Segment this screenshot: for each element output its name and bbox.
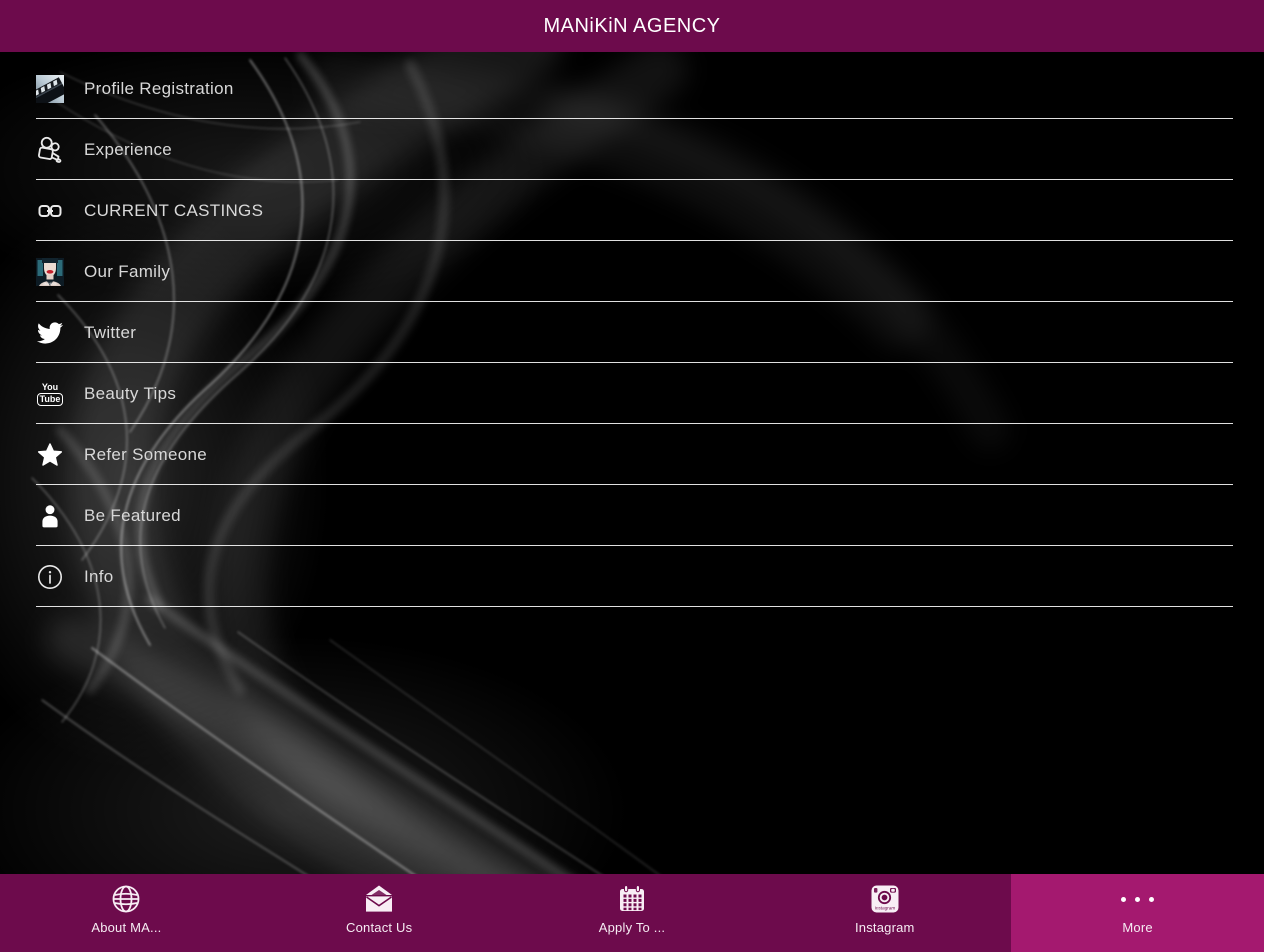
- tab-contact-us[interactable]: Contact Us: [253, 874, 506, 952]
- globe-icon: [110, 883, 142, 915]
- manikin-portrait-icon: MANiKiN: [36, 258, 64, 286]
- menu-item-experience[interactable]: Experience: [0, 119, 1264, 180]
- page-title: MANiKiN AGENCY: [543, 15, 720, 38]
- menu-item-label: Beauty Tips: [84, 384, 176, 404]
- menu-list: Profile Registration Experience: [0, 52, 1264, 607]
- envelope-icon: [362, 883, 396, 915]
- menu-item-label: Our Family: [84, 262, 170, 282]
- person-icon: [36, 502, 64, 530]
- menu-item-label: Refer Someone: [84, 445, 207, 465]
- clapperboard-photo-icon: [36, 75, 64, 103]
- youtube-you-text: You: [42, 382, 58, 392]
- youtube-tube-text: Tube: [37, 393, 64, 406]
- tab-label: Apply To ...: [599, 920, 665, 935]
- menu-item-refer-someone[interactable]: Refer Someone: [0, 424, 1264, 485]
- instagram-icon: Instagram: [869, 883, 901, 915]
- instagram-script-text: Instagram: [875, 906, 896, 911]
- menu-item-label: Experience: [84, 140, 172, 160]
- star-icon: [36, 441, 64, 469]
- manikin-caption: MANiKiN: [44, 282, 58, 286]
- calendar-icon: [617, 883, 647, 915]
- tab-about[interactable]: About MA...: [0, 874, 253, 952]
- menu-item-current-castings[interactable]: CURRENT CASTINGS: [0, 180, 1264, 241]
- twitter-bird-icon: [36, 319, 64, 347]
- menu-item-label: Twitter: [84, 323, 136, 343]
- ellipsis-icon: [1121, 883, 1154, 915]
- chain-link-icon: [36, 197, 64, 225]
- tab-instagram[interactable]: Instagram Instagram: [758, 874, 1011, 952]
- menu-item-profile-registration[interactable]: Profile Registration: [0, 58, 1264, 119]
- youtube-icon: You Tube: [36, 380, 64, 408]
- menu-item-be-featured[interactable]: Be Featured: [0, 485, 1264, 546]
- menu-item-label: CURRENT CASTINGS: [84, 201, 263, 221]
- bottom-tab-bar: About MA... Contact Us: [0, 874, 1264, 952]
- menu-item-label: Info: [84, 567, 114, 587]
- info-circle-icon: [36, 563, 64, 591]
- app-header: MANiKiN AGENCY: [0, 0, 1264, 52]
- tab-label: Contact Us: [346, 920, 412, 935]
- menu-item-label: Profile Registration: [84, 79, 234, 99]
- menu-item-twitter[interactable]: Twitter: [0, 302, 1264, 363]
- tab-label: Instagram: [855, 920, 915, 935]
- menu-item-label: Be Featured: [84, 506, 181, 526]
- tab-label: About MA...: [91, 920, 161, 935]
- menu-item-info[interactable]: Info: [0, 546, 1264, 607]
- tab-more[interactable]: More: [1011, 874, 1264, 952]
- movie-camera-icon: [36, 136, 64, 164]
- tab-label: More: [1122, 920, 1152, 935]
- tab-apply-to[interactable]: Apply To ...: [506, 874, 759, 952]
- menu-item-beauty-tips[interactable]: You Tube Beauty Tips: [0, 363, 1264, 424]
- menu-item-our-family[interactable]: MANiKiN Our Family: [0, 241, 1264, 302]
